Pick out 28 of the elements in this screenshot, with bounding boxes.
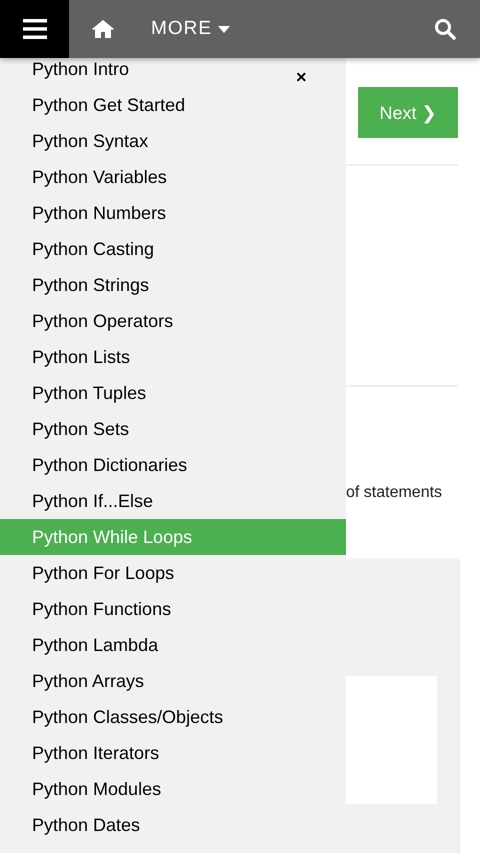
sidebar-item[interactable]: Python Iterators bbox=[0, 735, 168, 771]
sidebar-item[interactable]: Python Lists bbox=[0, 339, 138, 375]
sidebar-item[interactable]: Python Casting bbox=[0, 231, 162, 267]
sidebar-item[interactable]: Python Numbers bbox=[0, 195, 174, 231]
sidebar-item[interactable]: Python Syntax bbox=[0, 123, 156, 159]
caret-icon bbox=[218, 26, 230, 32]
sidebar-item[interactable]: Python Sets bbox=[0, 411, 138, 447]
sidebar-item[interactable]: Python Operators bbox=[0, 303, 182, 339]
search-icon bbox=[434, 18, 456, 40]
sidebar-item[interactable]: Python Intro bbox=[0, 58, 138, 87]
home-icon bbox=[91, 19, 115, 39]
body-text: of statements bbox=[346, 484, 444, 502]
sidebar-item[interactable]: Python Get Started bbox=[0, 87, 194, 123]
close-button[interactable]: × bbox=[296, 67, 307, 88]
sidebar-item[interactable]: Python Tuples bbox=[0, 375, 154, 411]
sidebar-item[interactable]: Python Variables bbox=[0, 159, 175, 195]
sidebar-item[interactable]: Python Modules bbox=[0, 771, 170, 807]
sidebar-item[interactable]: Python For Loops bbox=[0, 555, 182, 591]
sidebar-item[interactable]: Python Functions bbox=[0, 591, 180, 627]
sidebar-item[interactable]: Python Dates bbox=[0, 807, 148, 843]
sidebar-item[interactable]: Python Arrays bbox=[0, 663, 152, 699]
sidebar-item[interactable]: Python Dictionaries bbox=[0, 447, 196, 483]
menu-button[interactable] bbox=[0, 0, 69, 58]
sidebar-item[interactable]: Python Lambda bbox=[0, 627, 166, 663]
menu-icon bbox=[22, 19, 46, 39]
sidebar-item[interactable]: Python If...Else bbox=[0, 483, 162, 519]
sidebar-item[interactable]: Python Classes/Objects bbox=[0, 699, 232, 735]
sidebar-item[interactable]: Python Strings bbox=[0, 267, 158, 303]
